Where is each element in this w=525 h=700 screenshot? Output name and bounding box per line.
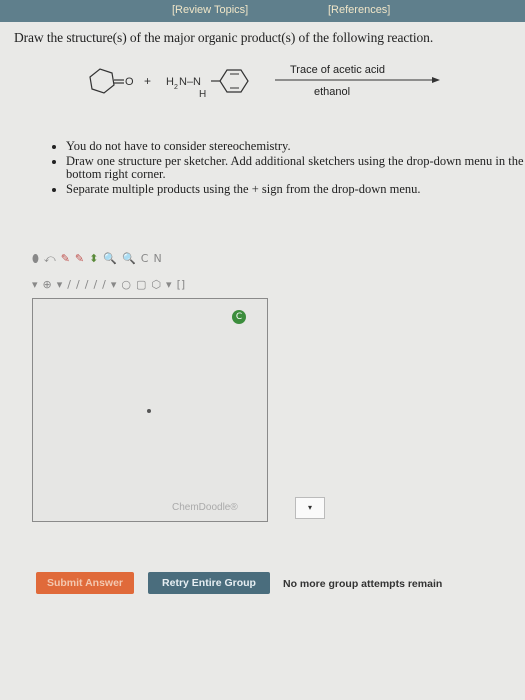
- chevron-down-icon[interactable]: ▾: [32, 278, 38, 292]
- condition-solvent: ethanol: [314, 86, 351, 98]
- chevron-down-icon[interactable]: ▾: [166, 278, 172, 292]
- chemdoodle-brand: ChemDoodle®: [172, 502, 238, 513]
- bracket-icon[interactable]: []: [177, 278, 186, 292]
- review-topics-link[interactable]: [Review Topics]: [172, 4, 248, 16]
- amine-rest: N–N: [179, 76, 201, 88]
- charge-icon[interactable]: ⊕: [43, 278, 52, 292]
- top-nav-bar: [Review Topics] [References]: [0, 0, 525, 22]
- references-link[interactable]: [References]: [328, 4, 390, 16]
- instruction-item: Separate multiple products using the + s…: [66, 183, 525, 196]
- clear-icon[interactable]: ⬮: [32, 252, 39, 266]
- square-ring-icon[interactable]: ▢: [136, 278, 146, 292]
- chevron-down-icon[interactable]: ▾: [57, 278, 63, 292]
- chevron-down-icon[interactable]: ▾: [111, 278, 117, 292]
- undo-icon[interactable]: ⤺: [44, 252, 56, 266]
- amine-sub: 2: [174, 84, 178, 91]
- phenyl-ring: [219, 69, 249, 93]
- instruction-item: You do not have to consider stereochemis…: [66, 140, 525, 153]
- submit-answer-button[interactable]: Submit Answer: [36, 572, 134, 594]
- wedge-bond-icon[interactable]: /: [93, 278, 97, 292]
- move-icon[interactable]: ⬍: [89, 252, 98, 266]
- plus-sign: +: [144, 74, 151, 88]
- nh-hydrogen: H: [199, 89, 206, 100]
- canvas-cursor: [147, 409, 151, 413]
- sketcher-toolbar: ⬮ ⤺ ✎ ✎ ⬍ 🔍 🔍 C N ▾ ⊕ ▾ / / / / / ▾ ○ ▢ …: [32, 250, 292, 298]
- instruction-item: Draw one structure per sketcher. Add add…: [66, 155, 525, 181]
- zoom-in-icon[interactable]: 🔍: [103, 252, 117, 266]
- cyclohexanone-ring: [89, 68, 115, 94]
- eraser-icon[interactable]: ✎: [75, 252, 84, 266]
- amine-h: H: [166, 76, 174, 88]
- reaction-scheme: O + H 2 N–N H: [89, 68, 440, 100]
- attempts-status: No more group attempts remain: [283, 578, 443, 590]
- retry-group-button[interactable]: Retry Entire Group: [148, 572, 270, 594]
- toolbar-row-2: ▾ ⊕ ▾ / / / / / ▾ ○ ▢ ⬡ ▾ []: [32, 276, 185, 294]
- question-prompt: Draw the structure(s) of the major organ…: [14, 30, 434, 45]
- instructions-list: You do not have to consider stereochemis…: [52, 140, 525, 198]
- sketcher-canvas[interactable]: [32, 298, 268, 522]
- sketcher-add-dropdown[interactable]: ▾: [295, 497, 325, 519]
- hexagon-ring-icon[interactable]: ⬡: [151, 278, 161, 292]
- carbon-label-icon[interactable]: C: [141, 252, 149, 266]
- nitrogen-label-icon[interactable]: N: [153, 252, 161, 266]
- toolbar-row-1: ⬮ ⤺ ✎ ✎ ⬍ 🔍 🔍 C N: [32, 250, 162, 268]
- carbonyl-oxygen: O: [125, 76, 134, 88]
- double-bond-icon[interactable]: /: [76, 278, 80, 292]
- condition-catalyst: Trace of acetic acid: [290, 64, 385, 76]
- zoom-out-icon[interactable]: 🔍: [122, 252, 136, 266]
- pencil-icon[interactable]: ✎: [61, 252, 70, 266]
- chemdoodle-icon: C: [232, 310, 246, 324]
- single-bond-icon[interactable]: /: [67, 278, 71, 292]
- triple-bond-icon[interactable]: /: [85, 278, 89, 292]
- ring-icon[interactable]: ○: [121, 278, 131, 292]
- hash-bond-icon[interactable]: /: [102, 278, 106, 292]
